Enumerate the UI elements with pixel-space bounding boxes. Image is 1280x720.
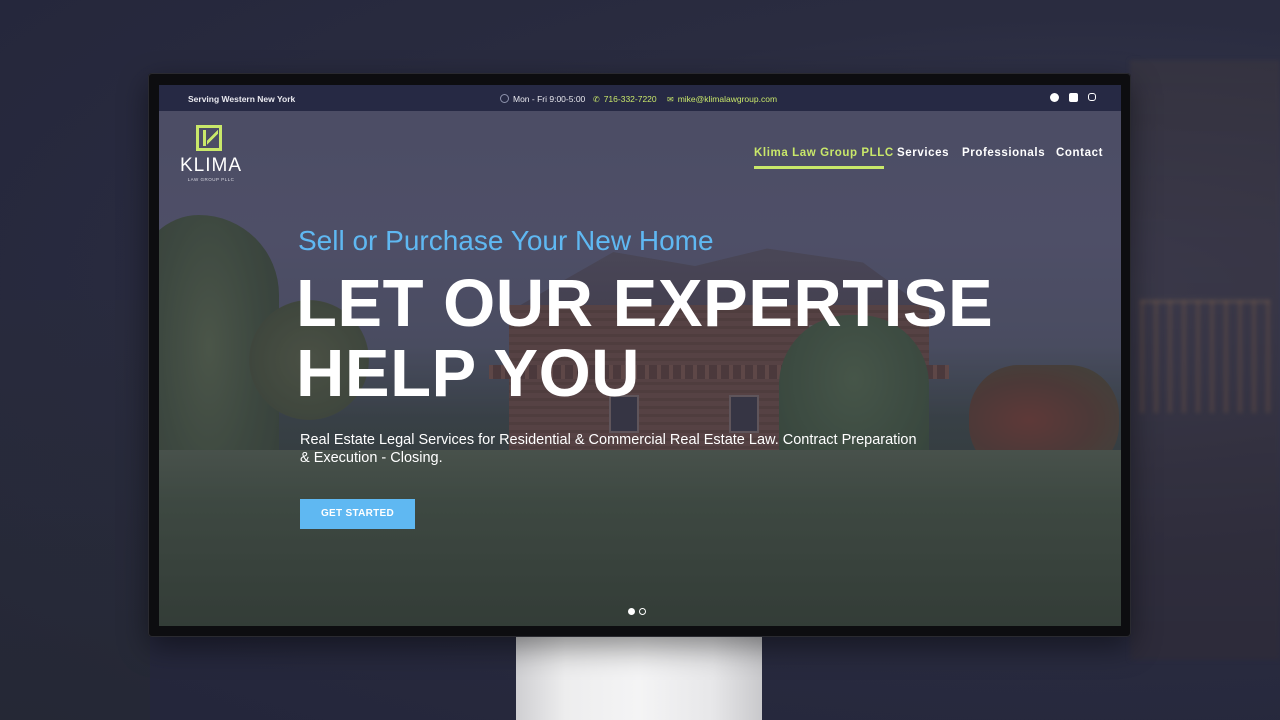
nav-item-contact[interactable]: Contact xyxy=(1056,147,1103,159)
email-link[interactable]: ✉ mike@klimalawgroup.com xyxy=(667,94,777,104)
get-started-button[interactable]: GET STARTED xyxy=(300,499,415,529)
hero-kicker: Sell or Purchase Your New Home xyxy=(298,225,714,256)
logo-mark-icon xyxy=(196,125,222,151)
phone-icon: ✆ xyxy=(593,95,600,104)
nav-item-home[interactable]: Klima Law Group PLLC xyxy=(754,147,894,159)
website-screen: Serving Western New York Mon - Fri 9:00-… xyxy=(159,85,1121,626)
facebook-icon[interactable] xyxy=(1050,93,1059,102)
nav-active-underline xyxy=(754,166,884,169)
office-hours: Mon - Fri 9:00-5:00 xyxy=(500,94,585,104)
nav-item-professionals[interactable]: Professionals xyxy=(962,147,1045,159)
service-area-text: Serving Western New York xyxy=(188,94,296,104)
clock-icon xyxy=(500,94,509,103)
phone-text: 716-332-7220 xyxy=(603,94,657,104)
email-text: mike@klimalawgroup.com xyxy=(677,94,778,104)
nav-item-services[interactable]: Services xyxy=(897,147,949,159)
slider-dot[interactable] xyxy=(639,608,646,615)
backdrop-blur-house xyxy=(1130,60,1280,660)
mail-icon: ✉ xyxy=(667,95,674,104)
linkedin-icon[interactable] xyxy=(1069,93,1078,102)
hero-headline: LET OUR EXPERTISE HELP YOU xyxy=(296,269,993,409)
top-info-bar: Serving Western New York Mon - Fri 9:00-… xyxy=(159,85,1121,111)
klima-logo[interactable]: KLIMA LAW GROUP PLLC xyxy=(173,125,249,183)
slider-dot-active[interactable] xyxy=(628,608,635,615)
phone-link[interactable]: ✆ 716-332-7220 xyxy=(593,94,657,104)
headline-line-2: HELP YOU xyxy=(296,336,641,411)
hero-description: Real Estate Legal Services for Residenti… xyxy=(300,432,917,466)
monitor-stand xyxy=(516,636,762,720)
instagram-icon[interactable] xyxy=(1088,93,1096,101)
backdrop-blur-left xyxy=(0,300,150,720)
hours-text: Mon - Fri 9:00-5:00 xyxy=(513,94,586,104)
headline-line-1: LET OUR EXPERTISE xyxy=(296,266,994,341)
logo-subtitle: LAW GROUP PLLC xyxy=(187,177,235,182)
logo-wordmark: KLIMA xyxy=(179,155,243,176)
